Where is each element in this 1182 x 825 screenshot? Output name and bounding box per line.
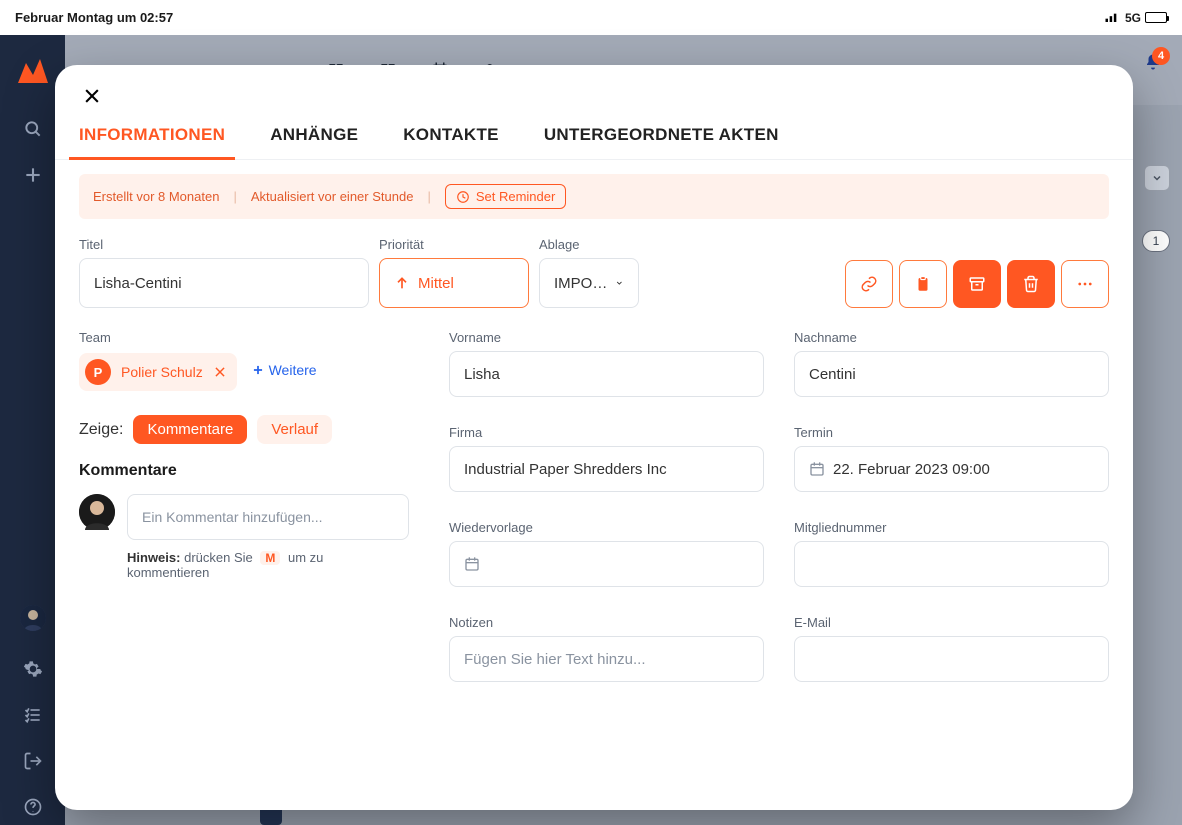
logout-icon[interactable]: [15, 743, 51, 779]
chevron-down-icon: [615, 276, 624, 290]
pill-verlauf[interactable]: Verlauf: [257, 415, 332, 444]
created-label: Erstellt vor 8 Monaten: [93, 189, 219, 204]
app-logo: [18, 53, 48, 83]
modal-tabs: INFORMATIONEN ANHÄNGE KONTAKTE UNTERGEOR…: [55, 65, 1133, 160]
pill-kommentare[interactable]: Kommentare: [133, 415, 247, 444]
notizen-input[interactable]: Fügen Sie hier Text hinzu...: [449, 636, 764, 682]
zeige-label: Zeige:: [79, 421, 123, 439]
delete-button[interactable]: [1007, 260, 1055, 308]
search-icon[interactable]: [15, 111, 51, 147]
hotkey-m: M: [260, 551, 280, 565]
close-button[interactable]: [79, 83, 105, 109]
notifications-button[interactable]: 4: [1144, 53, 1162, 71]
field-email: E-Mail: [794, 615, 1109, 682]
battery-icon: [1145, 12, 1167, 23]
comment-hint: Hinweis: drücken Sie M um zu kommentiere…: [127, 550, 409, 580]
field-notizen: Notizen Fügen Sie hier Text hinzu...: [449, 615, 764, 682]
titel-input[interactable]: Lisha-Centini: [79, 258, 369, 308]
vorname-input[interactable]: Lisha: [449, 351, 764, 397]
comment-input[interactable]: Ein Kommentar hinzufügen...: [127, 494, 409, 540]
clipboard-button[interactable]: [899, 260, 947, 308]
add-icon[interactable]: [15, 157, 51, 193]
firma-input[interactable]: Industrial Paper Shredders Inc: [449, 446, 764, 492]
ablage-select[interactable]: IMPO…: [539, 258, 639, 308]
help-icon[interactable]: [15, 789, 51, 825]
count-pill: 1: [1142, 230, 1170, 252]
meta-strip: Erstellt vor 8 Monaten | Aktualisiert vo…: [79, 174, 1109, 219]
team-chip[interactable]: P Polier Schulz: [79, 353, 237, 391]
prioritaet-select[interactable]: Mittel: [379, 258, 529, 308]
termin-input[interactable]: 22. Februar 2023 09:00: [794, 446, 1109, 492]
plus-icon: [251, 363, 265, 377]
kommentare-heading: Kommentare: [79, 462, 409, 480]
record-actions: [845, 260, 1109, 308]
team-label: Team: [79, 330, 409, 345]
nachname-input[interactable]: Centini: [794, 351, 1109, 397]
calendar-icon: [464, 556, 480, 572]
tab-kontakte[interactable]: KONTAKTE: [403, 125, 499, 159]
arrow-up-icon: [394, 275, 410, 291]
more-button[interactable]: [1061, 260, 1109, 308]
field-ablage: Ablage IMPO…: [539, 237, 639, 308]
mitgliednummer-input[interactable]: [794, 541, 1109, 587]
calendar-icon: [809, 461, 825, 477]
gear-icon[interactable]: [15, 651, 51, 687]
field-nachname: Nachname Centini: [794, 330, 1109, 397]
clock-icon: [456, 190, 470, 204]
chip-remove-icon[interactable]: [213, 365, 227, 379]
record-modal: INFORMATIONEN ANHÄNGE KONTAKTE UNTERGEOR…: [55, 65, 1133, 810]
tab-anhaenge[interactable]: ANHÄNGE: [270, 125, 358, 159]
field-mitgliednummer: Mitgliednummer: [794, 520, 1109, 587]
link-button[interactable]: [845, 260, 893, 308]
add-more-team[interactable]: Weitere: [251, 362, 317, 378]
device-status-bar: Februar Montag um 02:57 5G: [0, 0, 1182, 35]
column-chevron[interactable]: [1144, 165, 1170, 191]
field-termin: Termin 22. Februar 2023 09:00: [794, 425, 1109, 492]
wiedervorlage-input[interactable]: [449, 541, 764, 587]
status-clock: Februar Montag um 02:57: [15, 10, 173, 25]
email-input[interactable]: [794, 636, 1109, 682]
network-label: 5G: [1125, 11, 1141, 25]
sidebar-avatar[interactable]: [20, 605, 46, 631]
tab-untergeordnete[interactable]: UNTERGEORDNETE AKTEN: [544, 125, 779, 159]
archive-button[interactable]: [953, 260, 1001, 308]
team-chip-name: Polier Schulz: [121, 364, 203, 380]
updated-label: Aktualisiert vor einer Stunde: [251, 189, 414, 204]
field-firma: Firma Industrial Paper Shredders Inc: [449, 425, 764, 492]
checklist-icon[interactable]: [15, 697, 51, 733]
current-user-avatar: [79, 494, 115, 530]
field-titel: Titel Lisha-Centini: [79, 237, 369, 308]
field-prioritaet: Priorität Mittel: [379, 237, 529, 308]
signal-icon: [1105, 11, 1121, 25]
notifications-badge: 4: [1152, 47, 1170, 65]
team-chip-avatar: P: [85, 359, 111, 385]
tab-informationen[interactable]: INFORMATIONEN: [79, 125, 225, 159]
field-wiedervorlage: Wiedervorlage: [449, 520, 764, 587]
set-reminder-button[interactable]: Set Reminder: [445, 184, 566, 209]
field-vorname: Vorname Lisha: [449, 330, 764, 397]
